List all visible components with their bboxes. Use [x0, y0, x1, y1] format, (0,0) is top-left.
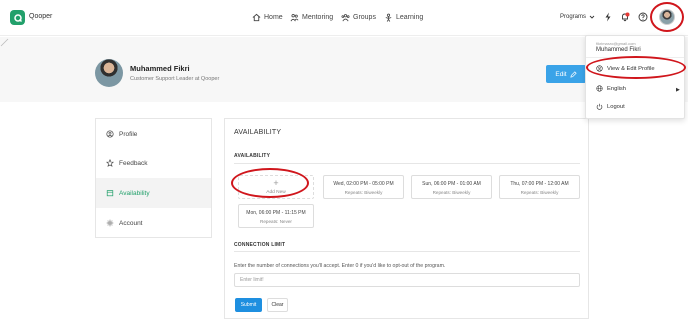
settings-icon	[106, 219, 114, 227]
qooper-logo-icon[interactable]	[10, 10, 25, 25]
brand-name: Qooper	[29, 13, 53, 20]
clear-button[interactable]: Clear	[267, 298, 288, 312]
slot-time: Sun, 06:00 PM - 01:00 AM	[422, 181, 481, 187]
learning-icon	[385, 13, 392, 22]
availability-section-heading: AVAILABILITY	[234, 153, 271, 159]
menu-item-logout[interactable]: Logout	[596, 103, 625, 110]
sidebar-item-label: Availability	[119, 189, 150, 197]
nav-learning-label: Learning	[396, 14, 424, 21]
nav-groups[interactable]: Groups	[341, 13, 376, 22]
help-icon[interactable]	[638, 12, 648, 22]
submit-button[interactable]: Submit	[235, 298, 262, 312]
slot-repeat: Repeats: Never	[260, 219, 292, 224]
sidebar-item-account[interactable]: Account	[96, 208, 211, 238]
profile-sidebar: Profile Feedback Availability Account	[95, 118, 212, 238]
user-circle-icon	[106, 130, 114, 138]
power-icon	[596, 103, 603, 110]
profile-title: Customer Support Leader at Qooper	[130, 76, 220, 82]
bell-icon[interactable]	[620, 12, 630, 22]
availability-slot[interactable]: Sun, 06:00 PM - 01:00 AM Repeats: Biweek…	[411, 175, 492, 199]
annotation-ring-avatar	[650, 2, 684, 32]
connection-limit-heading: CONNECTION LIMIT	[234, 242, 286, 248]
top-navbar: Qooper Home Mentoring Groups Learning Pr…	[0, 0, 688, 36]
sidebar-item-label: Profile	[119, 130, 138, 138]
annotation-ring-add-new	[231, 168, 309, 198]
annotation-ring-view-edit-profile	[586, 56, 686, 79]
sidebar-item-label: Feedback	[119, 159, 148, 167]
edit-label: Edit	[555, 70, 567, 78]
menu-user-name: Muhammed Fikri	[596, 47, 641, 53]
nav-home[interactable]: Home	[252, 13, 283, 22]
panel-title: AVAILABILITY	[234, 129, 282, 136]
menu-user-email: fikrimarzo@gmail.com	[596, 41, 636, 46]
globe-icon	[596, 85, 603, 92]
connection-limit-placeholder: Enter limit!	[240, 277, 264, 283]
programs-label: Programs	[560, 14, 587, 20]
slot-time: Wed, 02:00 PM - 05:00 PM	[333, 181, 394, 187]
calendar-icon	[106, 190, 114, 197]
menu-item-label: English	[607, 85, 627, 92]
availability-slot[interactable]: Thu, 07:00 PM - 12:00 AM Repeats: Biweek…	[499, 175, 580, 199]
slot-repeat: Repeats: Biweekly	[432, 190, 471, 195]
submenu-arrow-icon: ▶	[676, 87, 680, 93]
slot-time: Mon, 06:00 PM - 11:15 PM	[246, 210, 306, 216]
sidebar-item-feedback[interactable]: Feedback	[96, 148, 211, 178]
availability-slot[interactable]: Wed, 02:00 PM - 05:00 PM Repeats: Biweek…	[323, 175, 404, 199]
slot-repeat: Repeats: Biweekly	[520, 190, 559, 195]
home-icon	[252, 13, 261, 22]
star-icon	[106, 159, 114, 167]
chevron-down-icon	[589, 15, 595, 19]
groups-icon	[341, 14, 350, 22]
availability-slot[interactable]: Mon, 06:00 PM - 11:15 PM Repeats: Never	[238, 204, 314, 228]
profile-name: Muhammed Fikri	[130, 64, 190, 73]
edit-profile-button[interactable]: Edit	[546, 65, 586, 83]
profile-avatar	[95, 59, 123, 87]
pencil-icon	[569, 70, 577, 78]
sidebar-item-availability[interactable]: Availability	[96, 178, 211, 208]
connection-limit-input[interactable]: Enter limit!	[234, 273, 580, 287]
connection-limit-description: Enter the number of connections you'll a…	[234, 263, 446, 269]
bolt-icon[interactable]	[603, 12, 613, 22]
mentoring-icon	[290, 14, 299, 22]
divider	[234, 163, 580, 164]
sidebar-item-label: Account	[119, 219, 143, 227]
menu-item-language[interactable]: English	[596, 85, 626, 92]
nav-home-label: Home	[264, 14, 283, 21]
menu-item-label: Logout	[607, 103, 625, 110]
nav-mentoring-label: Mentoring	[302, 14, 334, 21]
sidebar-item-profile[interactable]: Profile	[96, 119, 211, 149]
slot-repeat: Repeats: Biweekly	[344, 190, 383, 195]
nav-groups-label: Groups	[353, 14, 376, 21]
slot-time: Thu, 07:00 PM - 12:00 AM	[510, 181, 569, 187]
availability-panel: AVAILABILITY AVAILABILITY + Add New Wed,…	[224, 118, 589, 319]
nav-mentoring[interactable]: Mentoring	[290, 13, 333, 22]
divider	[234, 251, 580, 252]
programs-dropdown[interactable]: Programs	[560, 14, 595, 20]
collapse-corner-icon	[0, 38, 9, 47]
nav-learning[interactable]: Learning	[384, 13, 423, 22]
